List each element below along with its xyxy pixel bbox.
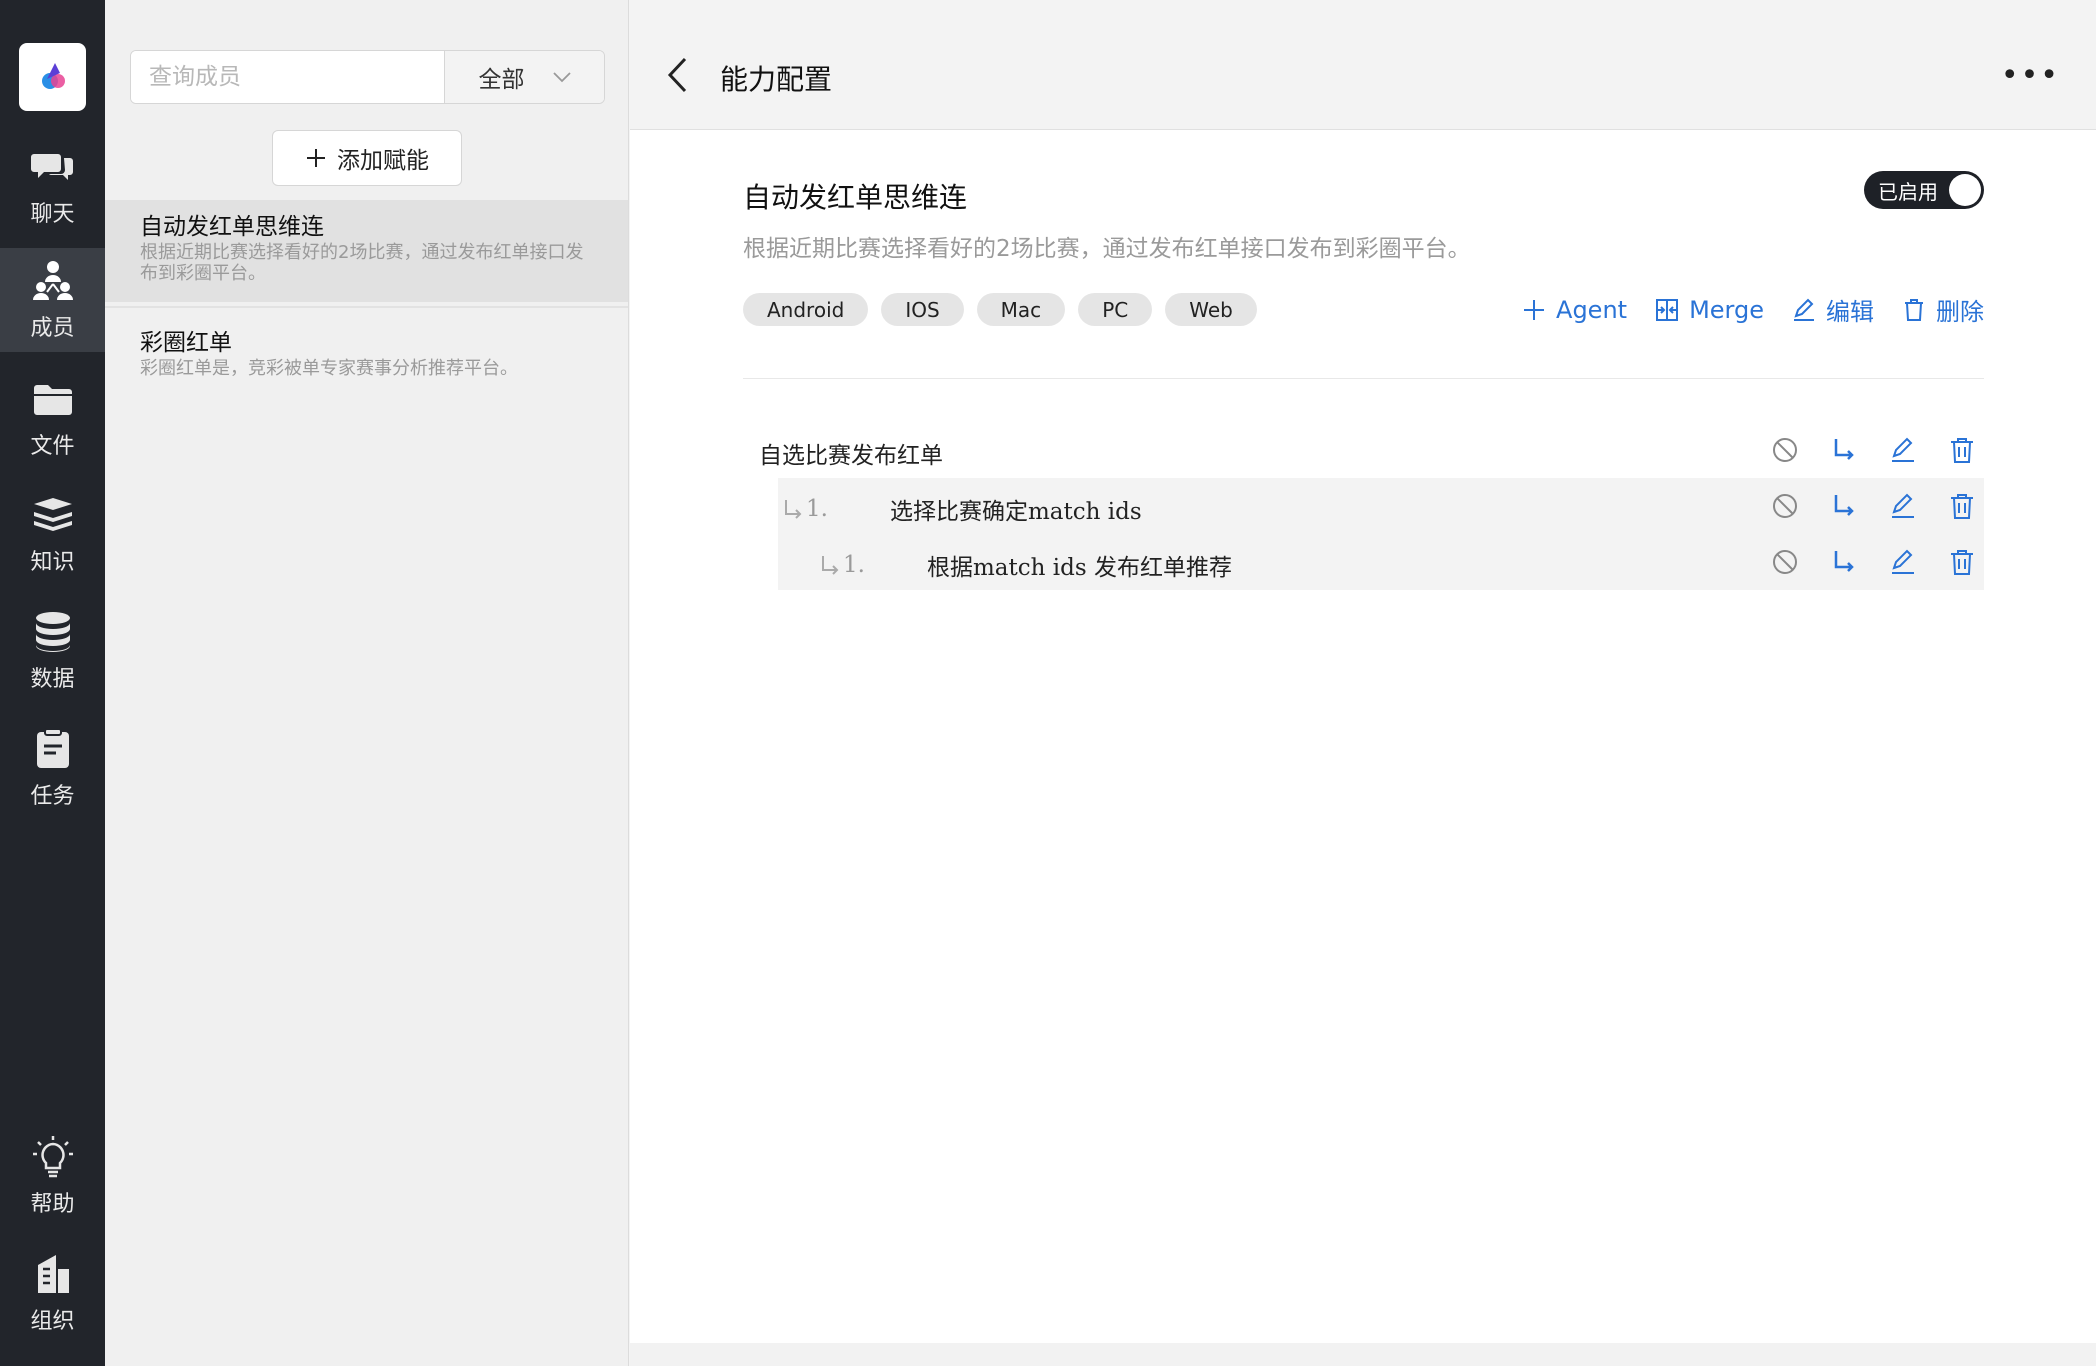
logo-icon [41,63,65,89]
back-arrow-icon[interactable] [665,55,689,95]
platform-tag: Mac [976,293,1066,326]
nav-item-files[interactable]: 文件 [0,366,105,470]
toggle-knob [1949,174,1981,206]
add-agent-label: Agent [1556,295,1628,324]
nav-item-data[interactable]: 数据 [0,599,105,703]
step-index: 1. [806,496,828,522]
member-desc: 彩圈红单是，竞彩被单专家赛事分析推荐平台。 [140,358,518,379]
step-text: 自选比赛发布红单 [759,443,943,469]
nav-item-chat[interactable]: 聊天 [0,134,105,238]
add-substep-icon[interactable] [1830,492,1858,520]
indent-arrow-icon [785,500,802,519]
step-row-actions [1771,436,1976,464]
step-row-actions [1771,492,1976,520]
database-icon [35,612,70,652]
merge-label: Merge [1689,295,1764,324]
capability-actions: Agent Merge 编辑 删除 [1522,292,1984,327]
merge-button[interactable]: Merge [1655,296,1764,324]
member-search: 全部 [130,50,605,104]
toggle-label: 已启用 [1878,179,1938,204]
nav-label: 文件 [30,434,75,459]
member-item[interactable]: 彩圈红单 彩圈红单是，竞彩被单专家赛事分析推荐平台。 [105,316,628,391]
footer-strip [630,1343,2096,1366]
disable-icon[interactable] [1771,492,1799,520]
member-panel: 全部 添加赋能 自动发红单思维连 根据近期比赛选择看好的2场比赛，通过发布红单接… [105,0,629,1366]
member-desc: 根据近期比赛选择看好的2场比赛，通过发布红单接口发布到彩圈平台。 [140,242,584,284]
books-icon [33,498,72,531]
nav-label: 成员 [30,316,75,341]
search-input[interactable] [131,51,444,103]
nav-label: 数据 [30,667,75,692]
main-nav: 聊天 成员 文件 知识 数据 任务 帮助 组织 [0,0,105,1366]
filter-value: 全部 [478,67,525,93]
trash-icon[interactable] [1948,548,1976,576]
indent-arrow-icon [822,556,839,575]
member-divider [105,306,628,308]
platform-tag: Web [1165,293,1257,326]
step-text: 根据match ids 发布红单推荐 [927,555,1232,581]
member-item[interactable]: 自动发红单思维连 根据近期比赛选择看好的2场比赛，通过发布红单接口发布到彩圈平台… [105,200,628,302]
enabled-toggle[interactable]: 已启用 [1864,171,1984,209]
platform-tag: IOS [881,293,964,326]
add-capability-label: 添加赋能 [337,148,429,174]
pencil-icon[interactable] [1889,492,1917,520]
step-row: 1. 根据match ids 发布红单推荐 [819,548,1232,582]
trash-icon[interactable] [1948,492,1976,520]
pencil-icon[interactable] [1889,436,1917,464]
merge-icon [1656,298,1679,321]
disable-icon[interactable] [1771,548,1799,576]
capability-description: 根据近期比赛选择看好的2场比赛，通过发布红单接口发布到彩圈平台。 [743,236,1471,262]
edit-label: 编辑 [1826,298,1874,326]
nav-label: 任务 [30,784,75,809]
chat-icon [30,154,73,180]
add-agent-button[interactable]: Agent [1522,296,1627,324]
edit-button[interactable]: 编辑 [1792,292,1874,327]
nav-item-knowledge[interactable]: 知识 [0,482,105,586]
plus-icon [1524,299,1545,320]
delete-button[interactable]: 删除 [1902,292,1984,327]
nav-label: 知识 [30,550,75,575]
member-name: 自动发红单思维连 [140,214,324,240]
building-icon [37,1255,69,1293]
nav-label: 聊天 [30,202,75,227]
trash-icon[interactable] [1948,436,1976,464]
platform-tags: Android IOS Mac PC Web [743,293,1257,326]
capability-title: 自动发红单思维连 [743,181,968,214]
lightbulb-icon [32,1136,73,1178]
page-title: 能力配置 [720,63,833,96]
nav-label: 帮助 [30,1192,75,1217]
step-index: 1. [843,552,865,578]
nav-item-tasks[interactable]: 任务 [0,716,105,820]
main-content: 能力配置 ••• 自动发红单思维连 已启用 根据近期比赛选择看好的2场比赛，通过… [630,0,2096,1366]
member-name: 彩圈红单 [140,330,232,356]
more-options-icon[interactable]: ••• [2001,61,2060,91]
pencil-icon [1794,298,1814,321]
clipboard-icon [36,728,69,768]
filter-select[interactable]: 全部 [444,51,604,103]
header-bar: 能力配置 ••• [630,0,2096,130]
pencil-icon[interactable] [1889,548,1917,576]
step-row: 自选比赛发布红单 [759,436,943,470]
platform-tag: PC [1078,293,1153,326]
platform-tag: Android [743,293,869,326]
step-row-actions [1771,548,1976,576]
add-substep-icon[interactable] [1830,436,1858,464]
step-text: 选择比赛确定match ids [890,499,1142,525]
nav-item-organization[interactable]: 组织 [0,1241,105,1345]
nav-label: 组织 [30,1309,75,1334]
add-capability-button[interactable]: 添加赋能 [272,130,462,186]
chevron-down-icon [552,72,571,83]
section-divider [743,378,1984,379]
folder-icon [33,385,72,415]
delete-label: 删除 [1936,298,1984,326]
members-icon [32,261,73,300]
trash-icon [1905,298,1923,321]
app-logo[interactable] [19,43,86,111]
plus-icon [307,149,325,167]
add-substep-icon[interactable] [1830,548,1858,576]
step-row: 1. 选择比赛确定match ids [782,492,1142,526]
nav-item-help[interactable]: 帮助 [0,1124,105,1228]
disable-icon[interactable] [1771,436,1799,464]
nav-item-members[interactable]: 成员 [0,248,105,352]
